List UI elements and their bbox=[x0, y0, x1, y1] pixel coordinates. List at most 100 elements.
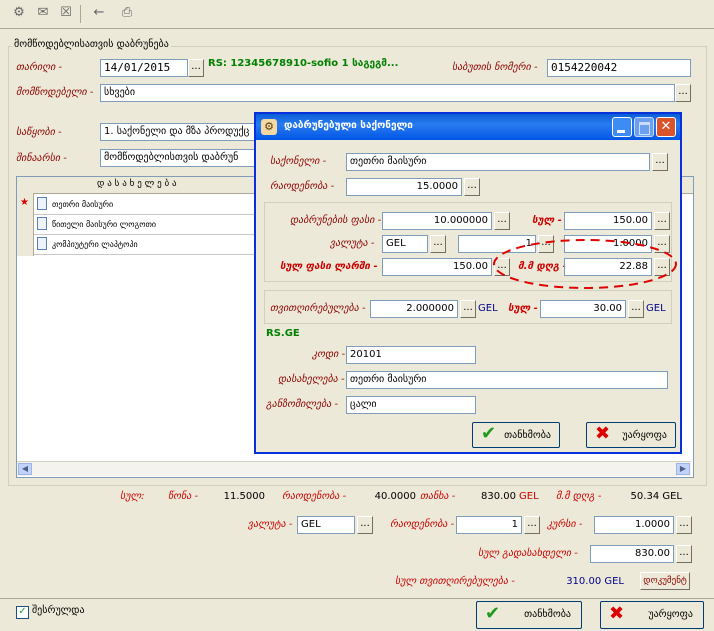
total-cost-value: 310.00 GEL bbox=[566, 576, 624, 587]
return-price-browse-button[interactable]: ... bbox=[494, 212, 510, 230]
supplier-browse-button[interactable]: ... bbox=[675, 84, 691, 102]
qty-field[interactable]: 15.0000 bbox=[346, 178, 462, 196]
cost-sum-unit: GEL bbox=[646, 303, 666, 314]
done-checkbox[interactable]: ✓ bbox=[16, 606, 29, 619]
ok-button[interactable]: ✔ თანხმობა bbox=[476, 601, 582, 629]
dialog-sum-label: სულ - bbox=[532, 215, 562, 226]
product-field[interactable]: თეთრი მაისური bbox=[346, 153, 650, 171]
total-cost-label: სულ თვითღირებულება - bbox=[395, 576, 515, 587]
dialog-currency-browse-button[interactable]: ... bbox=[430, 235, 446, 253]
payable-browse-button[interactable]: ... bbox=[676, 545, 692, 563]
qty2-field[interactable]: 1 bbox=[456, 516, 522, 534]
document-icon bbox=[37, 197, 47, 210]
date-picker-button[interactable]: ... bbox=[188, 59, 204, 77]
conduct-button[interactable]: დოკუმენტ bbox=[640, 572, 690, 590]
product-browse-button[interactable]: ... bbox=[652, 153, 668, 171]
cancel-button[interactable]: ✖ უარყოფა bbox=[600, 601, 704, 629]
dialog-app-icon: ⚙ bbox=[261, 119, 277, 135]
groupbox-title: მომწოდებლისათვის დაბრუნება bbox=[12, 39, 171, 50]
toolbar-separator bbox=[80, 5, 81, 23]
return-price-label: დაბრუნების ფასი - bbox=[290, 215, 382, 226]
date-field[interactable]: 14/01/2015 bbox=[100, 59, 188, 77]
total-qty-label: რაოდენობა - bbox=[282, 491, 347, 502]
delete-icon[interactable]: ☒ bbox=[57, 4, 75, 22]
cost-browse-button[interactable]: ... bbox=[460, 300, 476, 318]
currency-browse-button[interactable]: ... bbox=[357, 516, 373, 534]
total-vat-value: 50.34 GEL bbox=[630, 491, 682, 502]
scroll-left-icon[interactable]: ◀ bbox=[18, 463, 32, 475]
table-row[interactable]: თეთრი მაისური bbox=[34, 195, 271, 215]
document-icon bbox=[37, 217, 47, 230]
total-vat-label: მ.მ დღგ - bbox=[556, 491, 602, 502]
table-row[interactable]: კომპიუტერი ლაპტოპი bbox=[34, 235, 271, 255]
done-label: შესრულდა bbox=[32, 605, 85, 616]
payable-field[interactable]: 830.00 bbox=[590, 545, 674, 563]
payable-label: სულ გადასახდელი - bbox=[478, 548, 578, 559]
totals-sum-label: სულ: bbox=[120, 491, 145, 502]
supplier-field[interactable]: სხვები bbox=[100, 84, 675, 102]
docnum-label: საბუთის ნომერი - bbox=[452, 62, 538, 73]
close-button[interactable]: ✕ bbox=[656, 117, 676, 137]
amount-value: 830.00 bbox=[481, 491, 516, 502]
note-label: შინაარსი - bbox=[16, 153, 67, 164]
weight-value: 11.5000 bbox=[223, 491, 265, 502]
grid-header-label: დ ა ს ა ხ ე ლ ე ბ ა bbox=[97, 179, 177, 189]
dialog-title: დაბრუნებული საქონელი bbox=[284, 120, 413, 131]
rate-label: კურსი - bbox=[547, 519, 583, 530]
scroll-right-icon[interactable]: ▶ bbox=[676, 463, 690, 475]
close-x-icon: ✖ bbox=[609, 603, 625, 624]
cost-sum-field[interactable]: 30.00 bbox=[540, 300, 626, 318]
close-x-icon: ✖ bbox=[595, 423, 611, 444]
unit-field[interactable]: ცალი bbox=[346, 396, 476, 414]
annotation-ellipse bbox=[493, 239, 677, 289]
return-price-field[interactable]: 10.000000 bbox=[382, 212, 492, 230]
store-field[interactable]: 1. საქონელი და მზა პროდუქც bbox=[100, 123, 260, 141]
cost-sum-browse-button[interactable]: ... bbox=[628, 300, 644, 318]
dialog-sum-field[interactable]: 150.00 bbox=[564, 212, 652, 230]
checkmark-icon: ✔ bbox=[485, 603, 501, 624]
minimize-button[interactable] bbox=[612, 117, 632, 137]
qty2-label: რაოდენობა - bbox=[390, 519, 455, 530]
table-row[interactable]: წითელი მაისური ლოგოთი bbox=[34, 215, 271, 235]
qty2-browse-button[interactable]: ... bbox=[524, 516, 540, 534]
footer-separator bbox=[0, 598, 714, 599]
supplier-label: მომწოდებელი - bbox=[16, 87, 94, 98]
dialog-sum-browse-button[interactable]: ... bbox=[654, 212, 670, 230]
name-field[interactable]: თეთრი მაისური bbox=[346, 371, 668, 389]
back-arrow-icon[interactable]: ← bbox=[90, 4, 108, 22]
total-price-label: სულ ფასი ლარში - bbox=[280, 261, 378, 272]
horizontal-scrollbar[interactable]: ◀ ▶ bbox=[17, 461, 691, 476]
dialog-currency-label: ვალუტა - bbox=[330, 238, 375, 249]
checkmark-icon: ✔ bbox=[481, 423, 497, 444]
amount-label: თანხა - bbox=[420, 491, 456, 502]
cost-sum-label: სულ - bbox=[508, 303, 538, 314]
dialog-ok-button[interactable]: ✔ თანხმობა bbox=[472, 422, 560, 448]
qty-browse-button[interactable]: ... bbox=[464, 178, 480, 196]
maximize-button bbox=[634, 117, 654, 137]
total-qty-value: 40.0000 bbox=[374, 491, 416, 502]
code-field[interactable]: 20101 bbox=[346, 346, 476, 364]
dialog-titlebar: ⚙ დაბრუნებული საქონელი ✕ bbox=[256, 114, 680, 140]
document-icon bbox=[37, 237, 47, 250]
dialog-currency-field[interactable]: GEL bbox=[382, 235, 428, 253]
rate-field[interactable]: 1.0000 bbox=[594, 516, 674, 534]
amount-unit: GEL bbox=[519, 491, 539, 502]
row-marker-icon: ★ bbox=[20, 197, 29, 208]
docnum-field[interactable]: 0154220042 bbox=[547, 59, 691, 77]
store-label: საწყობი - bbox=[16, 127, 62, 138]
currency-field[interactable]: GEL bbox=[297, 516, 355, 534]
print-icon[interactable]: ⎙ bbox=[118, 4, 136, 22]
rsge-label: RS.GE bbox=[266, 328, 300, 339]
dialog-cancel-button[interactable]: ✖ უარყოფა bbox=[586, 422, 676, 448]
note-field[interactable]: მომწოდებლისთვის დაბრუნ bbox=[100, 149, 260, 167]
total-price-field[interactable]: 150.00 bbox=[382, 258, 492, 276]
date-label: თარიღი - bbox=[16, 62, 63, 73]
cost-field[interactable]: 2.000000 bbox=[370, 300, 458, 318]
code-label: კოდი - bbox=[312, 349, 346, 360]
cost-unit: GEL bbox=[478, 303, 498, 314]
open-folder-icon[interactable]: ✉ bbox=[34, 4, 52, 22]
rate-browse-button[interactable]: ... bbox=[676, 516, 692, 534]
grid-settings-icon[interactable]: ⚙ bbox=[10, 4, 28, 22]
cost-label: თვითღირებულება - bbox=[270, 303, 366, 314]
qty-label: რაოდენობა - bbox=[270, 181, 335, 192]
